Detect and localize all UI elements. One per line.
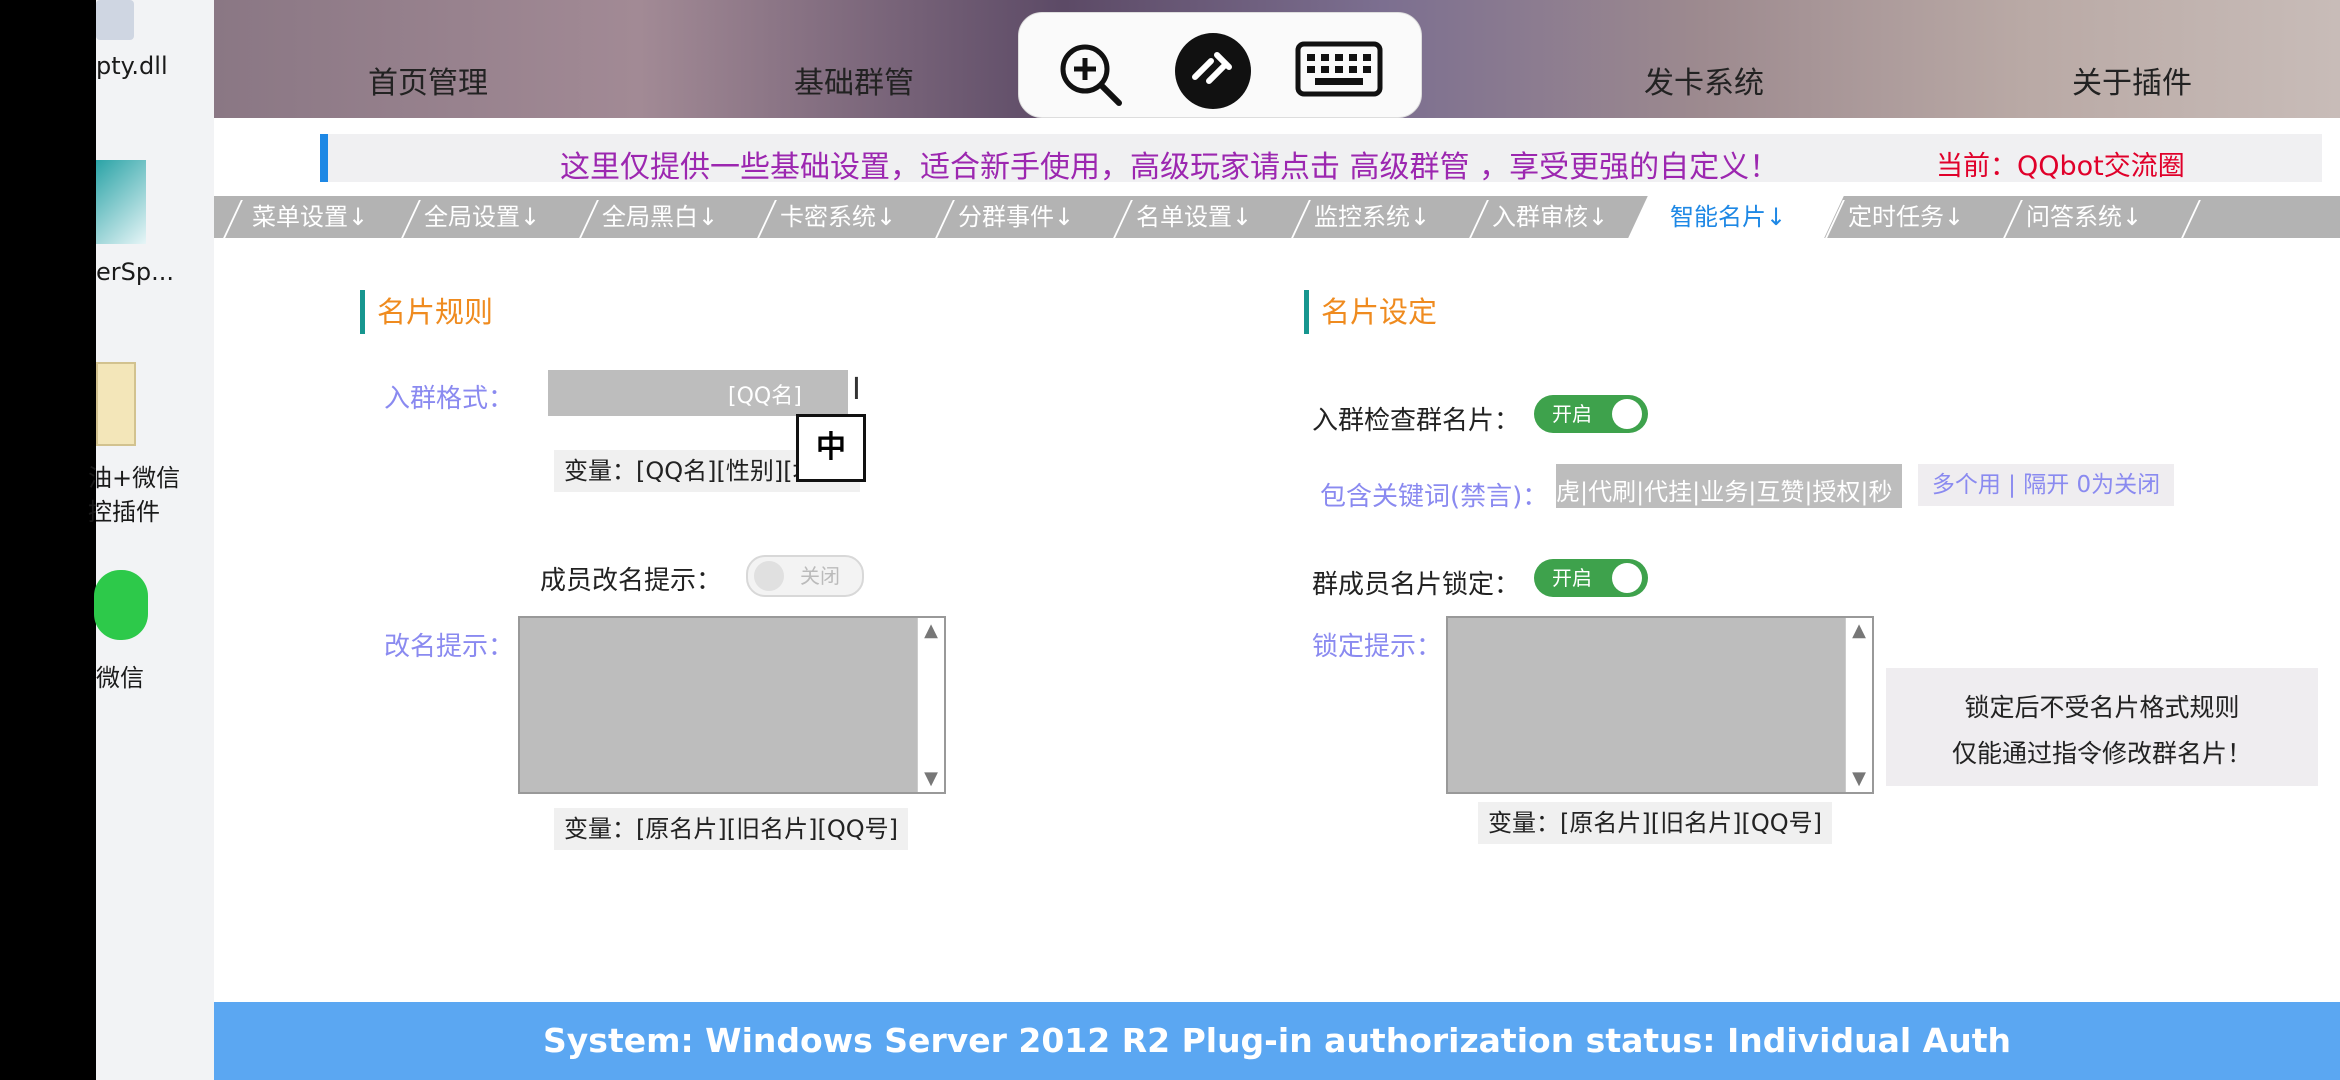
desktop-item-label: 油+微信 xyxy=(88,464,181,492)
nav-about[interactable]: 关于插件 xyxy=(2072,58,2192,102)
ime-indicator: 中 xyxy=(796,414,866,482)
scroll-up-icon[interactable]: ▲ xyxy=(918,618,944,644)
text-cursor-icon: I xyxy=(852,372,861,407)
plugin-window: 首页管理 基础群管 发卡系统 关于插件 这里仅提供一些基础设置，适合新手使用，高… xyxy=(214,0,2340,1080)
folder-icon[interactable] xyxy=(96,362,136,446)
dll-file-icon[interactable] xyxy=(96,0,134,40)
tab-global-blackwhite[interactable]: 全局黑白↓ xyxy=(602,196,718,238)
lock-note: 锁定后不受名片格式规则 仅能通过指令修改群名片！ xyxy=(1886,668,2318,786)
current-group-name: QQbot交流圈 xyxy=(2017,151,2185,182)
lock-vars: 变量：[原名片][旧名片][QQ号] xyxy=(1478,802,1832,844)
wechat-icon[interactable] xyxy=(94,570,148,640)
scroll-up-icon[interactable]: ▲ xyxy=(1846,618,1872,644)
rename-hint-toggle[interactable]: 关闭 xyxy=(746,555,864,597)
scrollbar[interactable]: ▲ ▼ xyxy=(917,618,944,792)
nav-card-system[interactable]: 发卡系统 xyxy=(1644,58,1764,102)
tab-smart-card[interactable]: 智能名片↓ xyxy=(1670,196,1786,238)
lock-card-toggle[interactable]: 开启 xyxy=(1534,559,1648,597)
section-title-card-rules: 名片规则 xyxy=(360,290,493,334)
desktop-icon-area: pty.dll erSp... 油+微信 控插件 微信 xyxy=(88,0,214,1080)
rename-text-label: 改名提示： xyxy=(384,632,515,662)
tab-qa-system[interactable]: 问答系统↓ xyxy=(2026,196,2142,238)
lock-hint-label: 锁定提示： xyxy=(1312,632,1443,662)
scroll-down-icon[interactable]: ▼ xyxy=(1846,766,1872,792)
join-format-value: [QQ名] xyxy=(728,384,802,409)
keywords-label: 包含关键词(禁言)： xyxy=(1320,482,1549,512)
status-footer-text: System: Windows Server 2012 R2 Plug-in a… xyxy=(543,1021,2011,1060)
tab-scheduled-tasks[interactable]: 定时任务↓ xyxy=(1848,196,1964,238)
tab-group-events[interactable]: 分群事件↓ xyxy=(958,196,1074,238)
tab-menu-settings[interactable]: 菜单设置↓ xyxy=(252,196,368,238)
join-format-input[interactable]: [QQ名] I xyxy=(548,370,861,416)
toggle-state: 开启 xyxy=(1552,402,1592,426)
toggle-knob xyxy=(1612,399,1642,429)
lock-card-label: 群成员名片锁定： xyxy=(1312,570,1521,600)
tab-global-settings[interactable]: 全局设置↓ xyxy=(424,196,540,238)
tab-card-key-system[interactable]: 卡密系统↓ xyxy=(780,196,896,238)
current-label: 当前： xyxy=(1936,151,2017,182)
tab-monitor-system[interactable]: 监控系统↓ xyxy=(1314,196,1430,238)
keywords-value: 虎|代刷|代挂|业务|互赞|授权|秒 xyxy=(1556,478,1893,506)
lock-hint-textarea[interactable]: ▲ ▼ xyxy=(1446,616,1874,794)
toggle-knob xyxy=(754,561,784,591)
desktop-item-label: 微信 xyxy=(96,664,144,692)
nav-home[interactable]: 首页管理 xyxy=(368,58,488,102)
current-group: 当前：QQbot交流圈 xyxy=(1936,144,2185,183)
scroll-down-icon[interactable]: ▼ xyxy=(918,766,944,792)
remote-connect-icon[interactable] xyxy=(1173,31,1253,111)
tab-join-review[interactable]: 入群审核↓ xyxy=(1492,196,1608,238)
tab-list-settings[interactable]: 名单设置↓ xyxy=(1136,196,1252,238)
file-icon[interactable] xyxy=(96,160,146,244)
check-card-toggle[interactable]: 开启 xyxy=(1534,395,1648,433)
rename-hint-textarea[interactable]: ▲ ▼ xyxy=(518,616,946,794)
desktop-item-label: pty.dll xyxy=(96,52,168,80)
rename-hint-label: 成员改名提示： xyxy=(540,566,723,596)
lock-note-line: 锁定后不受名片格式规则 xyxy=(1964,693,2240,722)
keywords-input[interactable]: 虎|代刷|代挂|业务|互赞|授权|秒 xyxy=(1556,464,1902,508)
toggle-knob xyxy=(1612,563,1642,593)
toggle-state: 关闭 xyxy=(800,564,840,588)
lock-note-line: 仅能通过指令修改群名片！ xyxy=(1951,739,2252,768)
scrollbar[interactable]: ▲ ▼ xyxy=(1845,618,1872,792)
nav-basic-group[interactable]: 基础群管 xyxy=(794,58,914,102)
keywords-hint: 多个用 | 隔开 0为关闭 xyxy=(1918,464,2174,506)
zoom-in-icon[interactable] xyxy=(1055,39,1125,109)
notice-text[interactable]: 这里仅提供一些基础设置，适合新手使用，高级玩家请点击 高级群管 ，享受更强的自定… xyxy=(560,142,1779,186)
keyboard-icon[interactable] xyxy=(1295,41,1383,97)
section-title-card-settings: 名片设定 xyxy=(1304,290,1437,334)
toggle-state: 开启 xyxy=(1552,566,1592,590)
check-card-label: 入群检查群名片： xyxy=(1312,406,1521,436)
desktop-item-label: 控插件 xyxy=(88,498,160,526)
join-format-label: 入群格式： xyxy=(384,384,515,414)
rename-vars: 变量：[原名片][旧名片][QQ号] xyxy=(554,808,908,850)
remote-toolbar xyxy=(1018,12,1422,118)
desktop-item-label: erSp... xyxy=(96,258,174,286)
